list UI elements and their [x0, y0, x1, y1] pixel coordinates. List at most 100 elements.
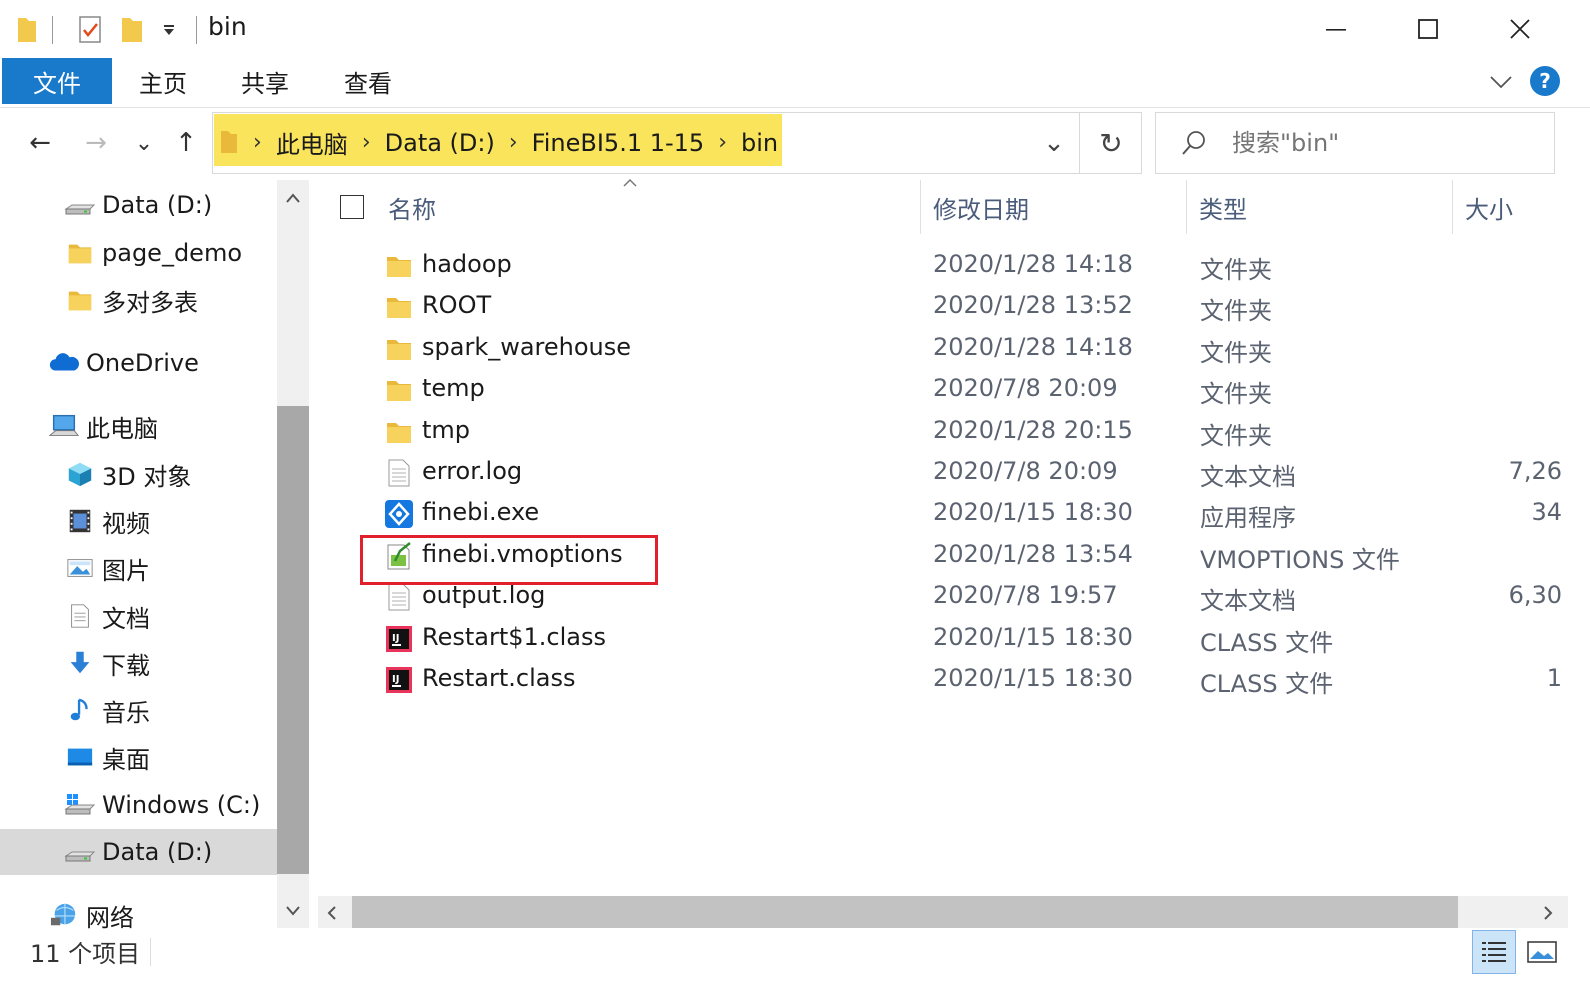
tab-home[interactable]: 主页	[112, 58, 214, 104]
search-input[interactable]	[1232, 123, 1532, 163]
nav-item[interactable]: 网络	[0, 892, 277, 930]
nav-item[interactable]: 视频	[0, 498, 277, 544]
column-header-size[interactable]: 大小	[1465, 180, 1575, 234]
column-separator[interactable]	[1452, 180, 1453, 234]
breadcrumb-item[interactable]: 此电脑	[276, 125, 348, 160]
column-header-name[interactable]: 名称	[388, 180, 908, 234]
search-box[interactable]	[1155, 112, 1555, 174]
document-icon	[64, 602, 96, 630]
chevron-down-icon: ⌄	[1043, 128, 1065, 158]
nav-scrollbar[interactable]	[277, 180, 309, 928]
maximize-button[interactable]	[1382, 6, 1474, 52]
folder-icon	[64, 286, 96, 314]
details-view-button[interactable]	[1472, 930, 1516, 974]
nav-item[interactable]: 此电脑	[0, 403, 277, 449]
refresh-button[interactable]: ↻	[1085, 119, 1137, 167]
file-row[interactable]: spark_warehouse 2020/1/28 14:18 文件夹	[316, 329, 1590, 370]
tab-share[interactable]: 共享	[214, 58, 316, 104]
nav-item[interactable]: Data (D:)	[0, 829, 277, 875]
search-icon	[1182, 131, 1205, 155]
customize-toolbar-icon[interactable]	[162, 24, 176, 36]
nav-item[interactable]: 音乐	[0, 687, 277, 733]
tab-view[interactable]: 查看	[316, 58, 420, 104]
scroll-down-icon[interactable]	[285, 904, 301, 916]
close-button[interactable]	[1474, 6, 1566, 52]
back-arrow-icon: ←	[29, 128, 51, 158]
up-arrow-icon: ↑	[175, 128, 197, 158]
file-modified-date: 2020/1/28 20:15	[933, 416, 1133, 444]
breadcrumb-item[interactable]: bin	[741, 129, 778, 157]
address-dropdown-button[interactable]: ⌄	[1033, 119, 1075, 167]
file-row[interactable]: temp 2020/7/8 20:09 文件夹	[316, 370, 1590, 411]
large-icons-view-button[interactable]	[1520, 930, 1564, 974]
breadcrumb-separator[interactable]: ›	[509, 130, 518, 155]
folder-icon[interactable]	[16, 14, 38, 44]
svg-text:IJ: IJ	[392, 674, 399, 685]
file-row[interactable]: finebi.exe 2020/1/15 18:30 应用程序 34	[316, 494, 1590, 535]
music-icon	[64, 696, 96, 724]
nav-scrollbar-thumb[interactable]	[277, 406, 309, 874]
help-icon[interactable]: ?	[1530, 66, 1560, 96]
scroll-left-icon[interactable]	[326, 905, 338, 921]
breadcrumb-separator[interactable]: ›	[718, 130, 727, 155]
address-bar[interactable]: › 此电脑 › Data (D:) › FineBI5.1 1-15 › bin…	[212, 112, 1142, 174]
file-modified-date: 2020/1/15 18:30	[933, 664, 1133, 692]
forward-button[interactable]: →	[76, 123, 116, 163]
h-scrollbar-thumb[interactable]	[352, 896, 1458, 928]
tab-file[interactable]: 文件	[2, 58, 112, 104]
column-separator[interactable]	[920, 180, 921, 234]
cloud-icon	[48, 349, 80, 377]
file-list-h-scrollbar[interactable]	[318, 896, 1568, 928]
nav-item[interactable]: 下载	[0, 640, 277, 686]
file-row[interactable]: error.log 2020/7/8 20:09 文本文档 7,26	[316, 453, 1590, 494]
computer-icon	[48, 412, 80, 440]
file-row[interactable]: hadoop 2020/1/28 14:18 文件夹	[316, 246, 1590, 287]
file-name: hadoop	[422, 250, 512, 278]
download-icon	[64, 649, 96, 677]
breadcrumb-separator[interactable]: ›	[362, 130, 371, 155]
nav-item[interactable]: 3D 对象	[0, 451, 277, 497]
nav-item[interactable]: page_demo	[0, 230, 277, 276]
new-folder-icon[interactable]	[120, 14, 144, 44]
video-icon	[64, 507, 96, 535]
nav-item[interactable]: 桌面	[0, 734, 277, 780]
column-separator[interactable]	[1186, 180, 1187, 234]
nav-item-label: 多对多表	[102, 288, 198, 317]
back-button[interactable]: ←	[20, 123, 60, 163]
network-icon	[48, 901, 80, 929]
file-row[interactable]: IJ Restart.class 2020/1/15 18:30 CLASS 文件 1	[316, 660, 1590, 701]
file-type: 文件夹	[1200, 256, 1272, 284]
scroll-up-icon[interactable]	[285, 192, 301, 204]
nav-item-label: 文档	[102, 604, 150, 633]
nav-item[interactable]: Windows (C:)	[0, 782, 277, 828]
file-row[interactable]: IJ Restart$1.class 2020/1/15 18:30 CLASS 文件	[316, 619, 1590, 660]
minimize-button[interactable]	[1290, 6, 1382, 52]
file-row[interactable]: tmp 2020/1/28 20:15 文件夹	[316, 412, 1590, 453]
properties-icon[interactable]	[76, 14, 104, 44]
file-size: 34	[1531, 498, 1562, 526]
nav-item[interactable]: Data (D:)	[0, 182, 277, 228]
folder-icon	[221, 131, 237, 153]
file-size: 7,26	[1508, 457, 1562, 485]
nav-item[interactable]: 图片	[0, 545, 277, 591]
select-all-checkbox[interactable]	[340, 195, 364, 219]
column-header-type[interactable]: 类型	[1199, 180, 1439, 234]
breadcrumb-item[interactable]: FineBI5.1 1-15	[532, 129, 705, 157]
nav-item[interactable]: OneDrive	[0, 340, 277, 386]
nav-item[interactable]: 多对多表	[0, 277, 277, 323]
scroll-right-icon[interactable]	[1542, 905, 1554, 921]
breadcrumb-item[interactable]: Data (D:)	[385, 129, 495, 157]
file-row[interactable]: ROOT 2020/1/28 13:52 文件夹	[316, 287, 1590, 328]
file-name: finebi.exe	[422, 498, 540, 526]
file-type: 文件夹	[1200, 380, 1272, 408]
breadcrumb-separator[interactable]: ›	[253, 130, 262, 155]
column-header-date[interactable]: 修改日期	[933, 180, 1173, 234]
finebi-app-icon	[384, 499, 414, 529]
intellij-class-icon: IJ	[384, 665, 414, 695]
recent-locations-button[interactable]: ⌄	[126, 123, 162, 163]
file-modified-date: 2020/1/28 13:54	[933, 540, 1133, 568]
nav-item[interactable]: 文档	[0, 593, 277, 639]
up-button[interactable]: ↑	[166, 123, 206, 163]
nav-item-label: Data (D:)	[102, 838, 213, 866]
expand-ribbon-icon[interactable]	[1488, 72, 1514, 92]
